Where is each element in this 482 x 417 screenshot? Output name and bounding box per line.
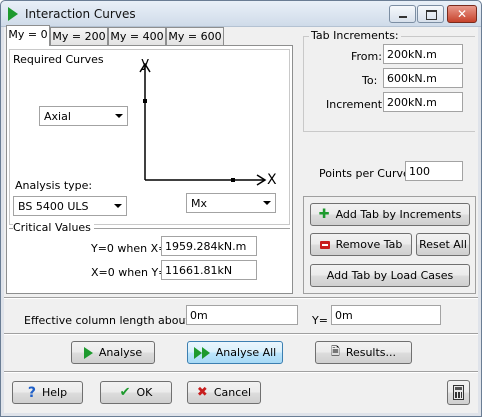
moment-select-value: Mx: [191, 197, 208, 210]
tab-my-400[interactable]: My = 400: [108, 27, 166, 45]
title-bar[interactable]: Interaction Curves: [1, 1, 481, 27]
effective-length-separator: [4, 297, 478, 299]
play-icon: [201, 346, 210, 359]
to-field[interactable]: 600kN.m: [383, 68, 463, 88]
tab-my-200[interactable]: My = 200: [50, 27, 108, 45]
document-icon: 🗎: [330, 345, 340, 358]
y0-value-field[interactable]: 1959.284kN.m: [161, 236, 257, 256]
minus-icon: [319, 240, 330, 249]
calculator-button[interactable]: [447, 380, 470, 405]
remove-tab-label: Remove Tab: [335, 238, 403, 251]
tab-increments-label: Tab Increments:: [309, 29, 401, 42]
analyse-label: Analyse: [98, 346, 143, 359]
from-label: From:: [351, 50, 382, 63]
critical-values-label: Critical Values: [13, 221, 94, 234]
from-field[interactable]: 200kN.m: [383, 44, 463, 64]
chevron-down-icon: [263, 201, 271, 205]
effective-length-x-field[interactable]: 0m: [186, 305, 298, 325]
calculator-icon: [453, 385, 464, 400]
help-label: Help: [42, 386, 68, 399]
add-tab-by-increments-button[interactable]: ✚ Add Tab by Increments: [310, 203, 470, 226]
increment-label: Increment:: [326, 98, 386, 111]
points-per-curve-label: Points per Curve:: [319, 167, 414, 180]
y-axis-marker: [143, 99, 147, 103]
y-axis-label: y: [141, 55, 150, 71]
remove-tab-button[interactable]: Remove Tab: [310, 233, 412, 256]
analyse-button[interactable]: Analyse: [71, 341, 155, 364]
ok-button[interactable]: ✔ OK: [100, 381, 172, 404]
analysis-type-select[interactable]: BS 5400 ULS: [13, 196, 127, 216]
results-button[interactable]: 🗎 Results...: [315, 341, 412, 364]
tab-my-0[interactable]: My = 0: [6, 25, 50, 46]
minimize-button[interactable]: [389, 5, 416, 23]
moment-select[interactable]: Mx: [186, 193, 276, 213]
to-label: To:: [362, 74, 378, 87]
cross-icon: ✖: [196, 385, 208, 400]
x0-label: X=0 when Y=: [91, 266, 168, 279]
window-title: Interaction Curves: [25, 7, 136, 21]
close-button[interactable]: [447, 5, 477, 23]
cancel-button[interactable]: ✖ Cancel: [187, 381, 261, 404]
ok-label: OK: [136, 386, 153, 399]
results-label: Results...: [345, 346, 397, 359]
axes-diagram: [139, 62, 267, 186]
chevron-down-icon: [114, 204, 122, 208]
y0-label: Y=0 when X=: [91, 242, 168, 255]
analyse-all-label: Analyse All: [215, 346, 277, 359]
increment-field[interactable]: 200kN.m: [383, 92, 463, 112]
play-icon: [83, 346, 93, 359]
curve-select-value: Axial: [44, 110, 71, 123]
analysis-type-label: Analysis type:: [15, 179, 93, 192]
points-per-curve-field[interactable]: 100: [405, 161, 463, 181]
add-tab-by-increments-label: Add Tab by Increments: [335, 208, 462, 221]
plus-icon: ✚: [318, 207, 330, 222]
reset-all-button[interactable]: Reset All: [416, 233, 470, 256]
maximize-button[interactable]: [417, 5, 444, 23]
analyse-row-separator: [4, 333, 478, 335]
add-tab-by-load-cases-button[interactable]: Add Tab by Load Cases: [310, 264, 470, 287]
x0-value-field[interactable]: 11661.81kN: [161, 260, 257, 280]
analyse-all-button[interactable]: Analyse All: [187, 341, 283, 364]
required-curves-label: Required Curves: [13, 53, 104, 66]
curve-select[interactable]: Axial: [39, 106, 128, 126]
help-button[interactable]: ? Help: [12, 381, 83, 404]
x-axis-label: X: [267, 172, 277, 188]
effective-length-y-field[interactable]: 0m: [331, 305, 441, 325]
app-play-icon: [8, 7, 18, 21]
x-axis-marker: [231, 178, 235, 182]
effective-length-y-label: Y=: [312, 314, 328, 327]
analysis-type-value: BS 5400 ULS: [18, 200, 89, 213]
help-question-icon: ?: [27, 384, 37, 401]
effective-length-x-label: Effective column length about X=: [24, 314, 211, 327]
play-icon: [193, 346, 202, 359]
cancel-label: Cancel: [213, 386, 252, 399]
tab-my-600[interactable]: My = 600: [166, 27, 224, 45]
checkmark-icon: ✔: [119, 385, 131, 400]
footer-separator: [4, 371, 478, 373]
chevron-down-icon: [115, 114, 123, 118]
